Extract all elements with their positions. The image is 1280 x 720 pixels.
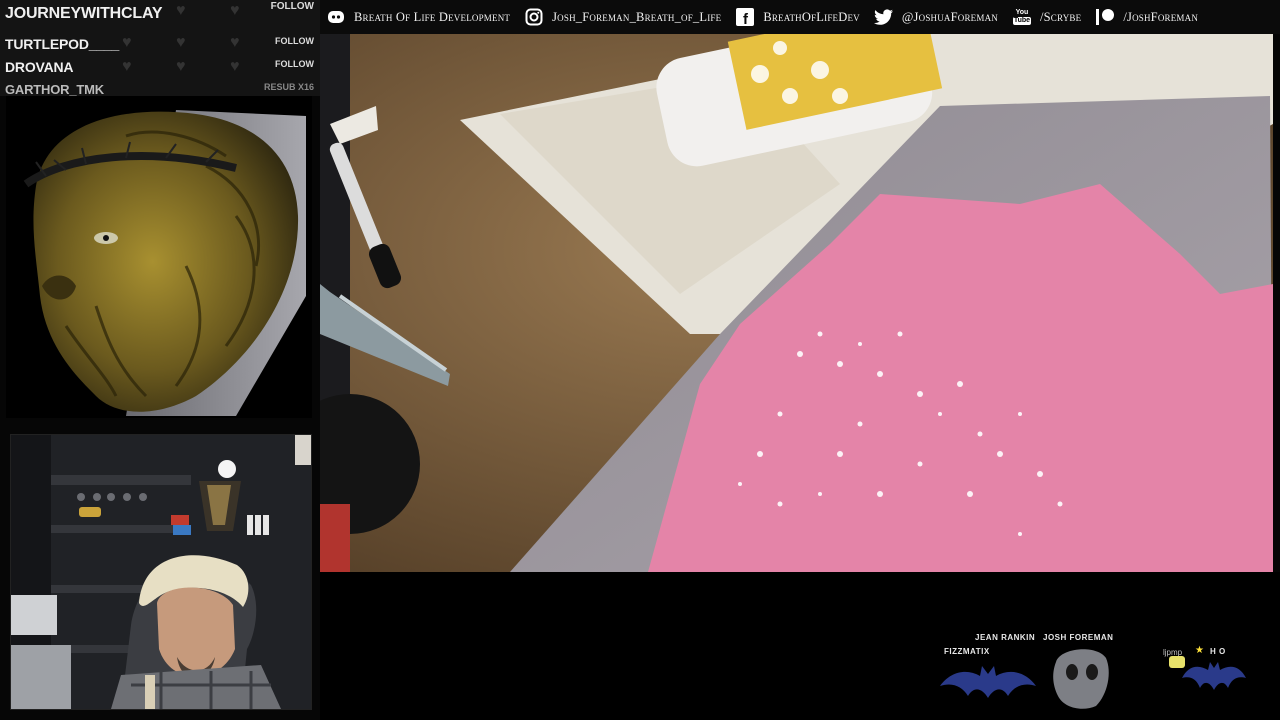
social-text: /Scrybe	[1039, 9, 1082, 24]
heart-icon: ♥	[122, 58, 132, 75]
subscriber-name: JOSH FOREMAN	[1043, 633, 1114, 642]
social-text: BreathOfLifeDev	[763, 9, 860, 24]
discord-icon	[326, 7, 346, 27]
webcam-feed	[10, 434, 312, 710]
ghost-mask-icon	[1046, 642, 1116, 717]
social-patreon[interactable]: /JoshForeman	[1095, 0, 1198, 34]
bat-icon	[940, 664, 1036, 705]
bottom-overlay: JEAN RANKIN JOSH FOREMAN FIZZMATIX H O ★…	[320, 572, 1280, 720]
main-video-feed	[320, 34, 1273, 572]
heart-icon: ♥	[176, 34, 186, 51]
follower-row: JOURNEYWITHCLAY ♥ ♥ FOLLOW	[0, 0, 320, 24]
heart-icon: ♥	[230, 58, 240, 75]
patreon-icon	[1095, 7, 1115, 27]
social-text: @JoshuaForeman	[901, 9, 998, 24]
social-facebook[interactable]: f BreathOfLifeDev	[735, 0, 860, 34]
sculpt-reference-image	[6, 96, 312, 418]
heart-icon: ♥	[176, 58, 186, 75]
twitter-icon	[873, 7, 894, 27]
follower-hearts: ♥ ♥ ♥	[122, 34, 248, 51]
follower-name: JOURNEYWITHCLAY	[5, 5, 163, 22]
instagram-icon	[524, 7, 544, 27]
follower-action: FOLLOW	[275, 36, 314, 46]
youtube-icon: You Tube	[1012, 9, 1032, 25]
follower-action: FOLLOW	[270, 1, 314, 12]
heart-icon: ♥	[230, 34, 240, 51]
star-icon: ★	[1195, 645, 1204, 656]
social-text: Josh_Foreman_Breath_of_Life	[552, 9, 722, 24]
follower-hearts: ♥ ♥ ♥	[122, 58, 248, 75]
follower-action: RESUB X16	[263, 82, 314, 92]
follower-name: TURTLEPOD____	[5, 36, 120, 52]
social-instagram[interactable]: Josh_Foreman_Breath_of_Life	[524, 0, 721, 34]
subscriber-name: H O	[1210, 647, 1226, 656]
follower-row: DROVANA ♥ ♥ ♥ FOLLOW	[0, 56, 320, 80]
social-youtube[interactable]: You Tube /Scrybe	[1012, 0, 1081, 34]
social-bar: Breath Of Life Development Josh_Foreman_…	[320, 0, 1280, 34]
follower-row: TURTLEPOD____ ♥ ♥ ♥ FOLLOW	[0, 32, 320, 56]
heart-icon: ♥	[176, 2, 186, 19]
social-twitter[interactable]: @JoshuaForeman	[873, 0, 998, 34]
subscriber-name: JEAN RANKIN	[975, 633, 1036, 642]
heart-icon: ♥	[230, 2, 240, 19]
heart-icon: ♥	[122, 34, 132, 51]
video-border	[1273, 34, 1280, 572]
social-text: Breath Of Life Development	[354, 9, 511, 24]
social-text: /JoshForeman	[1123, 9, 1199, 24]
follower-row: GARTHOR_TMK RESUB X16	[0, 80, 320, 96]
follower-name: GARTHOR_TMK	[5, 82, 104, 96]
facebook-icon: f	[735, 7, 755, 27]
follower-name: DROVANA	[5, 59, 74, 75]
recent-followers-panel: JOURNEYWITHCLAY ♥ ♥ FOLLOW TURTLEPOD____…	[0, 0, 320, 96]
bat-icon	[1182, 660, 1246, 697]
social-discord[interactable]: Breath Of Life Development	[326, 0, 510, 34]
follower-action: FOLLOW	[275, 59, 314, 69]
follower-hearts: ♥ ♥	[176, 2, 248, 19]
subscriber-name: FIZZMATIX	[944, 647, 990, 656]
